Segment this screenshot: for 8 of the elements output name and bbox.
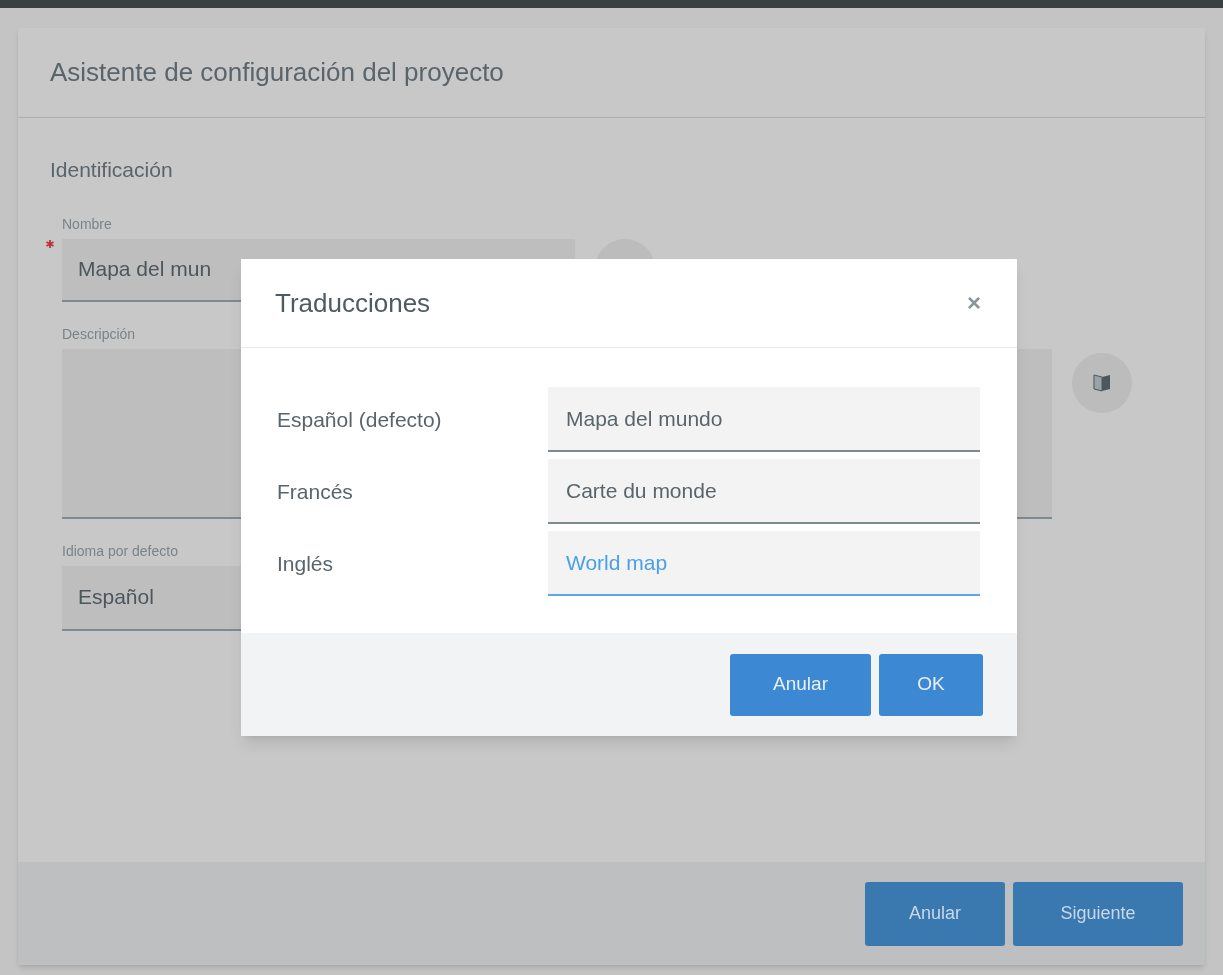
field-label: Idioma por defecto (62, 541, 179, 561)
dialog-title: Traducciones (275, 286, 431, 320)
language-label: Francés (277, 478, 354, 505)
window-title: Asistente de configuración del proyecto (50, 56, 504, 89)
field-label: Descripción (62, 324, 137, 344)
language-label: Español (defecto) (277, 406, 443, 433)
section-heading: Identificación (50, 157, 174, 183)
field-label: Nombre (62, 214, 113, 234)
